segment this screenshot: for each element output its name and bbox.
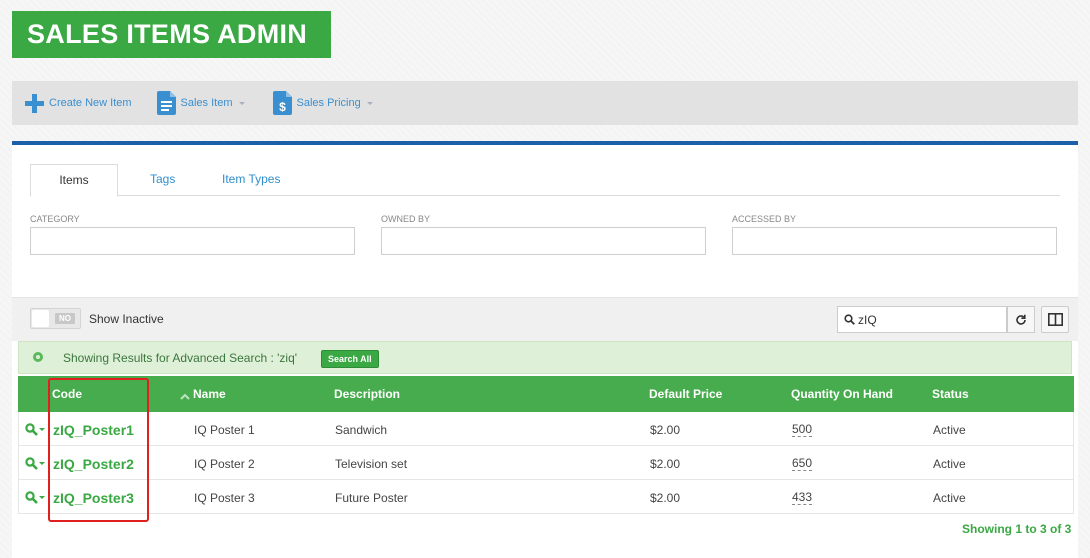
columns-button[interactable]: [1041, 306, 1069, 333]
item-status: Active: [933, 457, 966, 471]
tab-tags[interactable]: Tags: [150, 164, 175, 195]
owned-by-input[interactable]: [381, 227, 706, 255]
sales-pricing-label: Sales Pricing: [296, 97, 361, 109]
magnifier-icon: [25, 491, 38, 504]
item-code-link[interactable]: zIQ_Poster3: [53, 490, 134, 506]
tab-item-types[interactable]: Item Types: [222, 164, 280, 195]
items-table: Code Name Description Default Price Quan…: [18, 376, 1074, 514]
price-document-icon: $: [272, 91, 292, 115]
category-label: CATEGORY: [30, 214, 80, 224]
columns-icon: [1047, 313, 1063, 326]
advanced-search-alert: Showing Results for Advanced Search : 'z…: [18, 341, 1072, 374]
row-actions-button[interactable]: [25, 423, 45, 436]
toolbar: Create New Item Sales Item $ Sales Prici…: [12, 81, 1078, 125]
row-actions-button[interactable]: [25, 457, 45, 470]
item-price: $2.00: [650, 423, 681, 437]
item-name: IQ Poster 3: [194, 491, 255, 505]
page-title: SALES ITEMS ADMIN: [12, 11, 331, 58]
column-header-status[interactable]: Status: [932, 387, 969, 401]
item-description: Television set: [335, 457, 408, 471]
main-panel: Items Tags Item Types CATEGORY OWNED BY …: [12, 145, 1078, 558]
column-header-name[interactable]: Name: [193, 387, 226, 401]
table-row[interactable]: zIQ_Poster1 IQ Poster 1 Sandwich $2.00 5…: [18, 412, 1074, 446]
item-description: Sandwich: [335, 423, 388, 437]
item-price: $2.00: [650, 457, 681, 471]
magnifier-icon: [25, 457, 38, 470]
chevron-down-icon: [39, 428, 45, 431]
table-row[interactable]: zIQ_Poster2 IQ Poster 2 Television set $…: [18, 446, 1074, 480]
toggle-state-label: NO: [55, 313, 75, 324]
item-status: Active: [933, 423, 966, 437]
list-controls: NO Show Inactive zIQ: [12, 297, 1078, 341]
item-quantity[interactable]: 650: [792, 457, 813, 471]
show-inactive-label: Show Inactive: [89, 312, 164, 326]
tab-items[interactable]: Items: [30, 164, 118, 197]
item-status: Active: [933, 491, 966, 505]
create-new-item-label: Create New Item: [49, 97, 132, 109]
search-icon: [844, 314, 855, 325]
sort-ascending-icon[interactable]: [180, 389, 190, 403]
refresh-button[interactable]: [1007, 306, 1035, 333]
column-header-description[interactable]: Description: [334, 387, 400, 401]
owned-by-label: OWNED BY: [381, 214, 431, 224]
item-description: Future Poster: [335, 491, 408, 505]
sales-item-menu[interactable]: Sales Item: [156, 91, 245, 115]
advanced-search-message: Showing Results for Advanced Search : 'z…: [63, 351, 298, 365]
column-header-default-price[interactable]: Default Price: [649, 387, 722, 401]
refresh-icon: [1015, 314, 1027, 326]
column-header-quantity-on-hand[interactable]: Quantity On Hand: [791, 387, 893, 401]
item-price: $2.00: [650, 491, 681, 505]
magnifier-icon: [25, 423, 38, 436]
document-icon: [156, 91, 176, 115]
toggle-knob: [32, 310, 49, 327]
column-header-code[interactable]: Code: [52, 387, 82, 401]
tab-bar: Items Tags Item Types: [30, 164, 1060, 197]
pagination-summary: Showing 1 to 3 of 3: [962, 522, 1072, 536]
search-input[interactable]: zIQ: [837, 306, 1007, 333]
search-all-button[interactable]: Search All: [321, 350, 379, 368]
table-row[interactable]: zIQ_Poster3 IQ Poster 3 Future Poster $2…: [18, 480, 1074, 514]
create-new-item-button[interactable]: Create New Item: [25, 93, 132, 113]
sales-item-label: Sales Item: [180, 97, 233, 109]
item-code-link[interactable]: zIQ_Poster2: [53, 456, 134, 472]
item-quantity[interactable]: 500: [792, 423, 813, 437]
item-name: IQ Poster 2: [194, 457, 255, 471]
chevron-down-icon: [39, 496, 45, 499]
status-dot-icon: [33, 352, 43, 362]
table-header: Code Name Description Default Price Quan…: [18, 376, 1074, 412]
show-inactive-toggle[interactable]: NO: [30, 308, 81, 329]
item-code-link[interactable]: zIQ_Poster1: [53, 422, 134, 438]
plus-icon: [25, 93, 44, 113]
search-value: zIQ: [858, 312, 877, 327]
accessed-by-label: ACCESSED BY: [732, 214, 797, 224]
sales-pricing-menu[interactable]: $ Sales Pricing: [272, 91, 373, 115]
accessed-by-input[interactable]: [732, 227, 1057, 255]
row-actions-button[interactable]: [25, 491, 45, 504]
chevron-down-icon: [39, 462, 45, 465]
item-name: IQ Poster 1: [194, 423, 255, 437]
item-quantity[interactable]: 433: [792, 491, 813, 505]
svg-text:$: $: [279, 100, 286, 114]
category-input[interactable]: [30, 227, 355, 255]
